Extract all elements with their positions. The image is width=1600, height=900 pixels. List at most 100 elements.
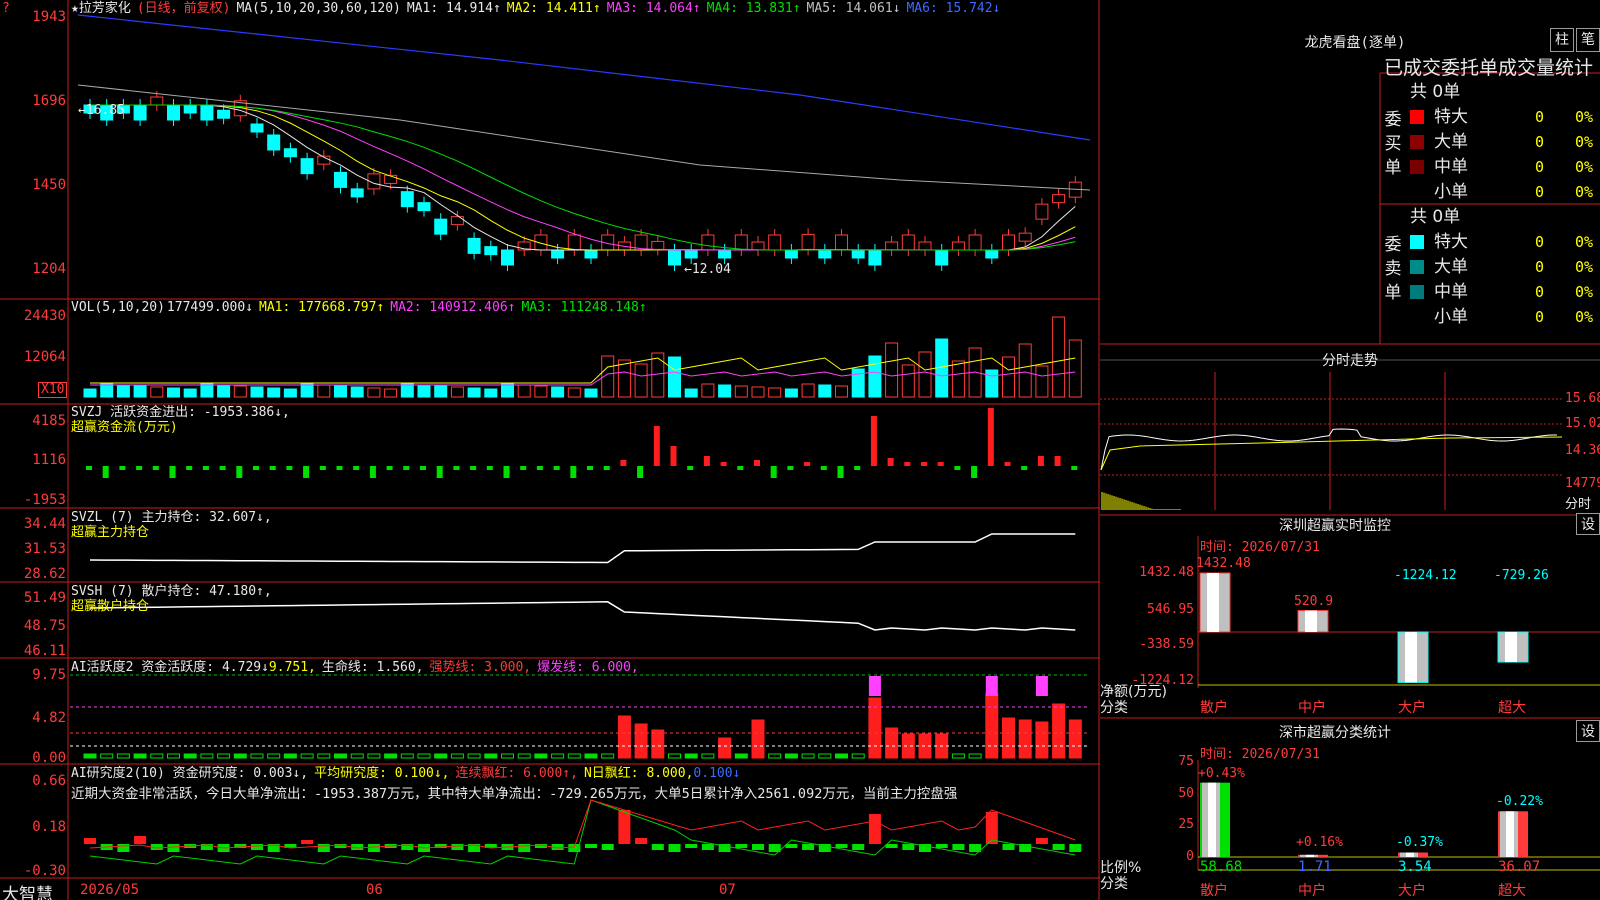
volume-bar bbox=[835, 385, 848, 398]
stock-name[interactable]: ★拉芳家化 bbox=[71, 1, 131, 16]
ai1-v3: 生命线: 1.560, bbox=[321, 660, 424, 675]
svzj-axis-tick: 4185 bbox=[32, 413, 66, 429]
volume-bar bbox=[217, 384, 231, 398]
price-axis-tick: 1450 bbox=[32, 177, 66, 193]
svsh-sub: 超赢散户持仓 bbox=[71, 599, 150, 614]
vol-header: VOL(5,10,20) 177499.000↓ MA1: 177668.797↑ M… bbox=[71, 300, 653, 315]
buy-total: 共 0单 bbox=[1410, 82, 1461, 102]
sz-monitor-settings-button[interactable]: 设 bbox=[1576, 513, 1600, 535]
svzj-bar bbox=[119, 466, 126, 470]
volume-bar bbox=[885, 342, 899, 398]
szc-axis-tick: 0 bbox=[1186, 849, 1194, 864]
candle-body bbox=[133, 104, 147, 121]
candle-body bbox=[651, 240, 665, 250]
svzl-axis-tick: 31.53 bbox=[23, 541, 66, 557]
volume-bar bbox=[985, 369, 999, 398]
ma4-line bbox=[90, 104, 1076, 251]
svzj-bar bbox=[1037, 456, 1044, 466]
svzj-axis-tick: 1116 bbox=[32, 452, 66, 468]
volume-bar bbox=[334, 385, 347, 398]
ai2-bar bbox=[785, 844, 798, 848]
ai2-bar bbox=[952, 844, 965, 850]
tick-mode-button[interactable]: 笔 bbox=[1576, 28, 1600, 52]
volume-bar bbox=[901, 364, 915, 398]
ai2-bar bbox=[1069, 844, 1082, 852]
buy-row-label: 大单 bbox=[1434, 132, 1468, 152]
candle-body bbox=[985, 249, 999, 259]
ma5-line bbox=[77, 84, 1091, 191]
ai2-bar bbox=[868, 814, 881, 844]
brand-logo: 大智慧 bbox=[2, 885, 53, 900]
sell-row-label: 大单 bbox=[1434, 257, 1468, 277]
ma4-value: MA4: 13.831↑ bbox=[706, 1, 801, 16]
ai1-bar bbox=[83, 753, 97, 759]
svsh-axis-tick: 48.75 bbox=[23, 618, 66, 634]
sell-row-count: 0 bbox=[1535, 258, 1545, 276]
svzj-bar bbox=[737, 466, 744, 470]
szm-category-label: 大户 bbox=[1398, 700, 1426, 716]
svzj-bar bbox=[670, 446, 677, 466]
ai1-bar bbox=[233, 753, 247, 759]
svzj-bar bbox=[820, 466, 827, 470]
ai2-bar bbox=[367, 844, 380, 852]
sell-row-count: 0 bbox=[1535, 283, 1545, 301]
ai2-bar bbox=[651, 844, 664, 850]
szc-category-label: 大户 bbox=[1398, 883, 1426, 899]
svzj-bar bbox=[703, 456, 710, 466]
sz-class-title: 深市超赢分类统计 bbox=[1279, 725, 1391, 741]
svzj-bar bbox=[804, 462, 811, 466]
svzj-bar bbox=[1021, 466, 1028, 470]
null: 分时 bbox=[1565, 497, 1592, 512]
volume-bar bbox=[718, 384, 732, 398]
period-label[interactable]: (日线，前复权) bbox=[137, 1, 231, 16]
ai1-bar bbox=[617, 715, 631, 759]
candle-body bbox=[250, 123, 264, 133]
svzj-sub: 超赢资金流(万元) bbox=[71, 420, 178, 435]
buy-row-color-swatch bbox=[1410, 160, 1424, 174]
ai2-bar bbox=[935, 844, 948, 848]
szc-value-label: 58.68 bbox=[1200, 859, 1243, 875]
ai1-bar bbox=[434, 753, 448, 759]
ai1-v4: 强势线: 3.000, bbox=[429, 660, 532, 675]
ai2-v3: 连续飘红: 6.000↑, bbox=[455, 766, 578, 781]
svzj-bar bbox=[971, 466, 978, 478]
ai1-bar bbox=[835, 753, 848, 759]
ai1-bar bbox=[150, 753, 164, 759]
svzj-bar bbox=[503, 466, 510, 478]
szm-value-label: 520.9 bbox=[1294, 593, 1334, 609]
ai1-bar bbox=[367, 753, 381, 759]
bar-mode-button[interactable]: 柱 bbox=[1550, 28, 1574, 52]
ai1-bar bbox=[517, 753, 531, 759]
lhb-tabs[interactable]: 已成交委托单成交量统计 bbox=[1384, 53, 1593, 80]
candle-body bbox=[200, 104, 214, 121]
szc-change-label: +0.43% bbox=[1198, 765, 1245, 781]
candle-body bbox=[467, 237, 481, 254]
intraday-axis-tick: 14.36 bbox=[1565, 443, 1600, 458]
candle-body bbox=[951, 241, 965, 251]
ma3-line bbox=[90, 104, 1076, 251]
ai2-bar bbox=[518, 844, 531, 852]
ai2-label: AI研究度2(10) 资金研究度: 0.003↓, bbox=[71, 766, 309, 781]
sz-monitor-cat-label: 分类 bbox=[1100, 700, 1128, 716]
candle-body bbox=[751, 241, 765, 251]
sell-total: 共 0单 bbox=[1410, 207, 1461, 227]
ai1-bar bbox=[283, 753, 297, 759]
svsh-axis-tick: 46.11 bbox=[23, 643, 66, 659]
volume-bar bbox=[183, 388, 197, 398]
volume-bar bbox=[434, 385, 448, 398]
ai1-bar bbox=[567, 753, 581, 759]
szm-value-label: -729.26 bbox=[1494, 568, 1549, 583]
svzj-bar bbox=[420, 466, 426, 470]
ai1-bar bbox=[1068, 719, 1082, 759]
sz-class-settings-button[interactable]: 设 bbox=[1576, 720, 1600, 742]
svzj-bar bbox=[720, 462, 727, 466]
ai1-bar bbox=[167, 753, 180, 759]
candle-body bbox=[150, 96, 164, 106]
buy-row-label: 小单 bbox=[1434, 182, 1468, 202]
ai2-bar bbox=[451, 844, 464, 850]
svzl-sub: 超赢主力持仓 bbox=[71, 525, 150, 540]
ai2-bar bbox=[685, 844, 698, 848]
svzj-bar bbox=[954, 466, 961, 470]
ai2-bar bbox=[802, 844, 815, 850]
ai1-bar bbox=[1052, 703, 1066, 759]
